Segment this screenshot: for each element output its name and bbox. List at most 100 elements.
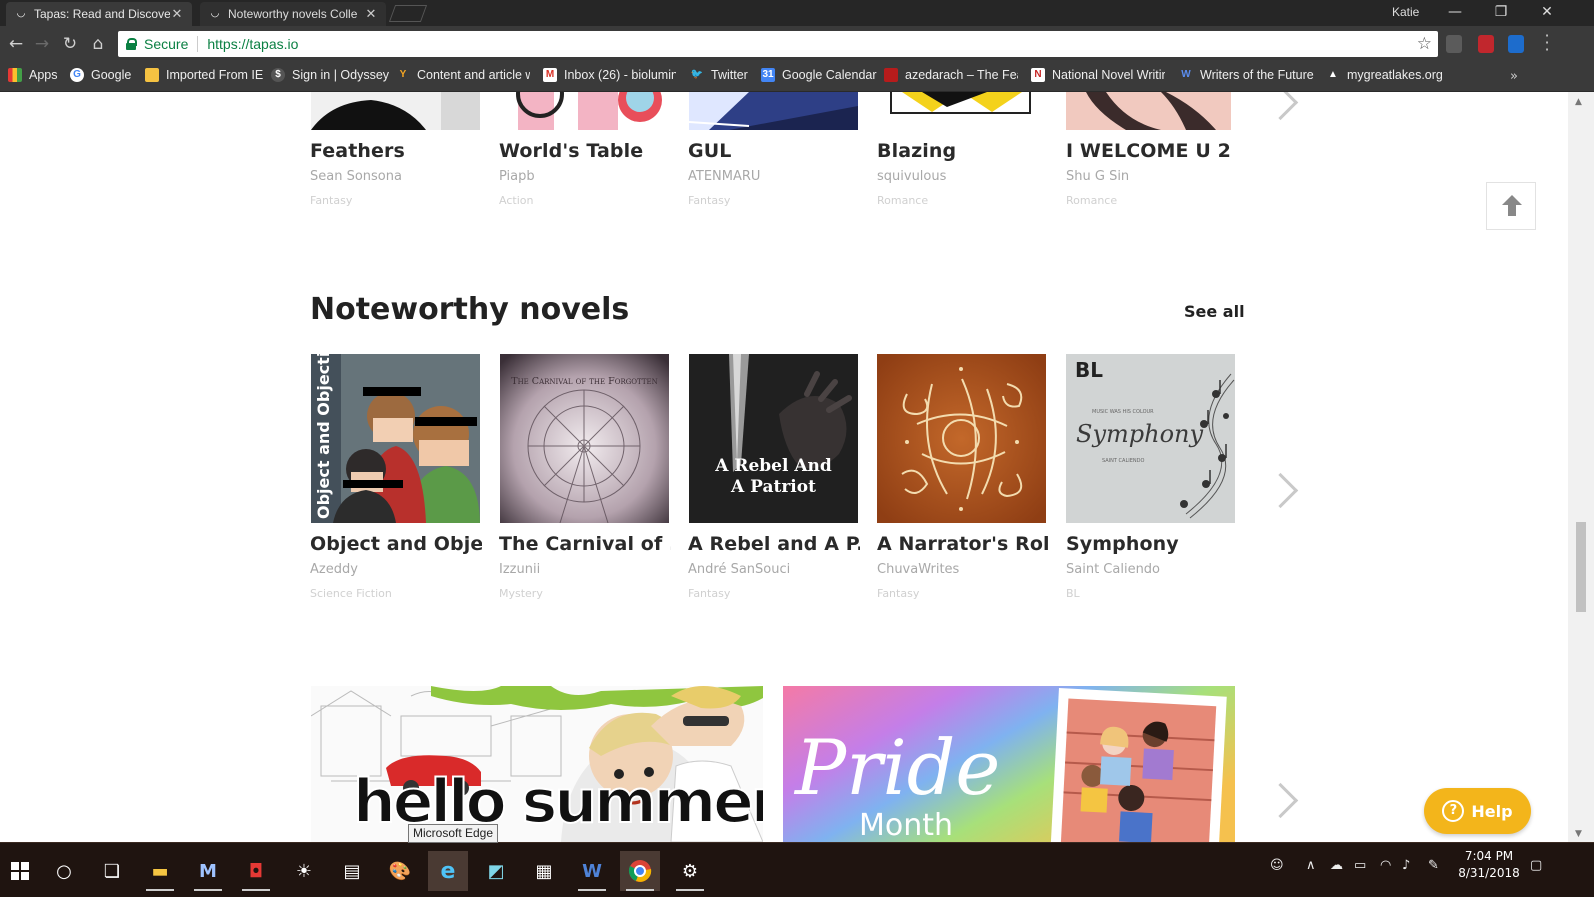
novel-author[interactable]: André SanSouci — [688, 562, 790, 577]
bookmark-inbox[interactable]: M Inbox (26) - biolumin — [543, 68, 676, 82]
novels-next-arrow[interactable] — [1262, 468, 1296, 512]
see-all-link[interactable]: See all — [1184, 302, 1245, 321]
bookmark-nanowrimo[interactable]: N National Novel Writir — [1031, 68, 1165, 82]
red-app-icon[interactable]: ◘ — [236, 851, 276, 891]
task-view-icon[interactable]: ❏ — [92, 851, 132, 891]
bookmark-star-icon[interactable]: ☆ — [1417, 34, 1432, 54]
scroll-to-top-button[interactable] — [1486, 182, 1536, 230]
lastpass-extension-icon[interactable] — [1478, 35, 1494, 53]
sway-icon[interactable]: ◩ — [476, 851, 516, 891]
tab-tapas[interactable]: ◡ Tapas: Read and Discover ✕ — [6, 2, 192, 26]
series-title[interactable]: I WELCOME U 2 ... — [1066, 140, 1238, 162]
novel-title[interactable]: Object and Obje... — [310, 533, 482, 555]
word-icon[interactable]: W — [572, 851, 612, 891]
series-title[interactable]: GUL — [688, 140, 860, 162]
cover-gul[interactable] — [689, 92, 858, 130]
cover-worlds-table[interactable] — [500, 92, 669, 130]
ublock-extension-icon[interactable] — [1446, 35, 1462, 53]
novel-author[interactable]: ChuvaWrites — [877, 562, 959, 577]
cover-object-and-objective[interactable]: Object and Objective — [311, 354, 480, 523]
novel-author[interactable]: Saint Caliendo — [1066, 562, 1160, 577]
chrome-menu-icon[interactable]: · · · — [1542, 28, 1552, 58]
battery-icon[interactable]: ▭ — [1354, 858, 1366, 873]
novel-author[interactable]: Azeddy — [310, 562, 358, 577]
people-icon[interactable]: ☺ — [1270, 858, 1284, 873]
bookmark-odyssey[interactable]: $ Sign in | Odyssey — [271, 68, 389, 82]
series-author[interactable]: Sean Sonsona — [310, 169, 402, 184]
microsoft-edge-icon[interactable]: e — [428, 851, 468, 891]
close-window-icon[interactable]: ✕ — [1524, 0, 1570, 26]
banner-subtext: Month — [859, 808, 954, 842]
help-button[interactable]: ? Help — [1424, 788, 1531, 834]
top-row-next-arrow[interactable] — [1262, 92, 1296, 124]
novel-author[interactable]: Izzunii — [499, 562, 540, 577]
calculator-icon[interactable]: ▦ — [524, 851, 564, 891]
bookmark-twitter[interactable]: 🐦 Twitter — [690, 68, 748, 82]
scroll-up-icon[interactable]: ▲ — [1575, 97, 1582, 107]
volume-icon[interactable]: ♪ — [1402, 858, 1410, 873]
cover-symphony[interactable]: BL MUSIC WAS HIS COLOUR Symphony SAINT C… — [1066, 354, 1235, 523]
onedrive-icon[interactable]: ☁ — [1330, 858, 1343, 873]
series-author[interactable]: squivulous — [877, 169, 946, 184]
app-badge-icon[interactable]: ⚙ — [670, 851, 710, 891]
chrome-icon[interactable] — [620, 851, 660, 891]
banner-pride-month[interactable]: Pride Month — [783, 686, 1235, 842]
cover-i-welcome-u[interactable] — [1066, 92, 1231, 130]
cover-the-carnival[interactable]: The Carnival of the Forgotten — [500, 354, 669, 523]
bookmark-extension-icon[interactable] — [1508, 35, 1524, 53]
restore-icon[interactable]: ❐ — [1478, 0, 1524, 26]
close-tab-icon[interactable]: ✕ — [170, 6, 184, 22]
banner-hello-summer[interactable]: hello summer — [311, 686, 763, 842]
system-clock[interactable]: 7:04 PM 8/31/2018 — [1448, 848, 1530, 882]
paint-icon[interactable]: 🎨 — [380, 851, 420, 891]
profile-name[interactable]: Katie — [1392, 5, 1419, 19]
series-author[interactable]: Shu G Sin — [1066, 169, 1129, 184]
forward-icon[interactable]: → — [32, 34, 52, 54]
bookmark-apps[interactable]: Apps — [8, 68, 58, 82]
cortana-search-icon[interactable]: ○ — [44, 851, 84, 891]
cover-a-rebel-and-a-patriot[interactable]: A Rebel And A Patriot — [689, 354, 858, 523]
series-author[interactable]: ATENMARU — [688, 169, 760, 184]
series-title[interactable]: World's Table — [499, 140, 671, 162]
address-bar[interactable]: Secure https://tapas.io ☆ — [118, 31, 1438, 57]
bookmark-content[interactable]: Y Content and article w — [396, 68, 530, 82]
novel-title[interactable]: A Rebel and A P... — [688, 533, 860, 555]
novel-title[interactable]: The Carnival of ... — [499, 533, 671, 555]
new-tab-button[interactable] — [388, 5, 428, 22]
url-text[interactable]: https://tapas.io — [207, 36, 298, 52]
banners-next-arrow[interactable] — [1262, 778, 1296, 822]
windows-start-icon[interactable] — [0, 851, 40, 891]
app-m-icon[interactable]: M — [188, 851, 228, 891]
wifi-icon[interactable]: ◠ — [1380, 858, 1391, 873]
page-scrollbar[interactable]: ▲ ▼ — [1568, 92, 1594, 842]
show-hidden-icons[interactable]: ∧ — [1306, 858, 1316, 873]
cover-a-narrators-role[interactable] — [877, 354, 1046, 523]
action-center-icon[interactable]: ▢ — [1530, 858, 1542, 873]
news-icon[interactable]: ▤ — [332, 851, 372, 891]
back-icon[interactable]: ← — [6, 34, 26, 54]
series-title[interactable]: Blazing — [877, 140, 1049, 162]
cover-feathers[interactable] — [311, 92, 480, 130]
novel-title[interactable]: A Narrator's Role — [877, 533, 1049, 555]
bookmark-imported-from-ie[interactable]: Imported From IE — [145, 68, 263, 82]
series-title[interactable]: Feathers — [310, 140, 482, 162]
more-bookmarks-icon[interactable]: » — [1510, 69, 1518, 84]
bookmark-writers-of-the-future[interactable]: W Writers of the Future — [1179, 68, 1313, 82]
tab-noteworthy[interactable]: ◡ Noteworthy novels Colle ✕ — [200, 2, 386, 26]
bookmark-google-calendar[interactable]: 31 Google Calendar — [761, 68, 877, 82]
scroll-thumb[interactable] — [1576, 522, 1586, 612]
bookmark-azedarach[interactable]: azedarach – The Feat — [884, 68, 1018, 82]
novel-title[interactable]: Symphony — [1066, 533, 1238, 555]
bookmark-google[interactable]: G Google — [70, 68, 131, 82]
series-author[interactable]: Piapb — [499, 169, 535, 184]
scroll-down-icon[interactable]: ▼ — [1575, 829, 1582, 839]
bookmark-mygreatlakes[interactable]: ▲ mygreatlakes.org — [1326, 68, 1443, 82]
minimize-icon[interactable]: — — [1432, 0, 1478, 26]
cover-blazing[interactable] — [890, 92, 1031, 114]
reload-icon[interactable]: ↻ — [60, 34, 80, 54]
file-explorer-icon[interactable]: ▬ — [140, 851, 180, 891]
close-tab-icon[interactable]: ✕ — [364, 6, 378, 22]
home-icon[interactable]: ⌂ — [88, 34, 108, 54]
weather-sun-icon[interactable]: ☀ — [284, 851, 324, 891]
pen-icon[interactable]: ✎ — [1428, 858, 1439, 873]
